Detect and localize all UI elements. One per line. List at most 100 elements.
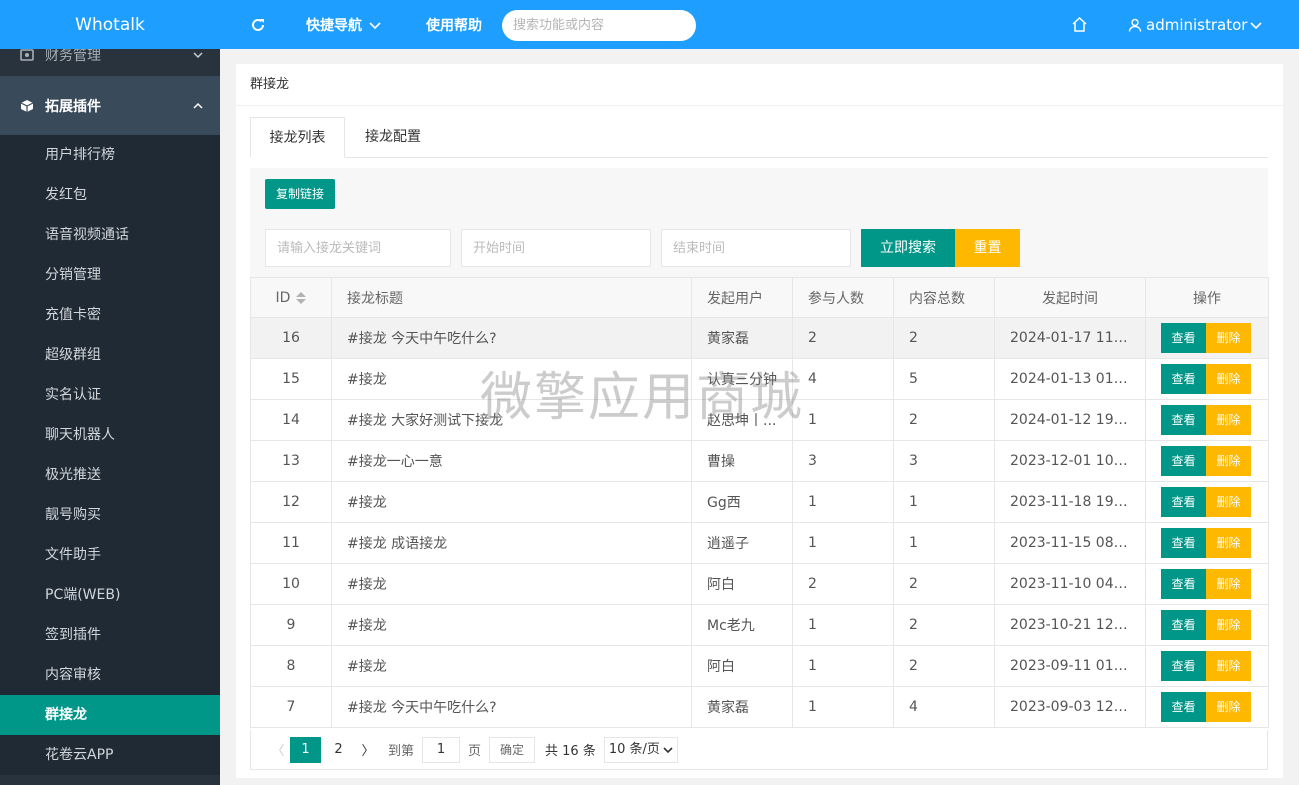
reset-button[interactable]: 重置 — [955, 229, 1020, 267]
goto-confirm-button[interactable]: 确定 — [489, 736, 536, 763]
sidebar: Whotalk 财务管理 拓展插件 用户排行榜 发红包 语音视频通话 分销管理 … — [0, 0, 220, 785]
delete-button[interactable]: 删除 — [1206, 323, 1251, 353]
page-1[interactable]: 1 — [290, 736, 321, 763]
start-time-input[interactable] — [461, 229, 651, 267]
sidebar-item-push[interactable]: 极光推送 — [0, 455, 220, 495]
cell-title: #接龙 今天中午吃什么? — [331, 317, 692, 359]
cell-user: Mc老九 — [691, 604, 793, 646]
view-button[interactable]: 查看 — [1161, 528, 1206, 558]
sidebar-item-distribution[interactable]: 分销管理 — [0, 255, 220, 295]
cell-participants: 1 — [792, 399, 894, 441]
view-button[interactable]: 查看 — [1161, 487, 1206, 517]
cell-time: 2024-01-13 01:... — [994, 358, 1146, 400]
cell-id: 8 — [250, 645, 332, 687]
cell-actions: 查看 删除 — [1145, 604, 1269, 646]
cell-title: #接龙 — [331, 481, 692, 523]
username: administrator — [1146, 15, 1248, 34]
filter-panel: 复制链接 立即搜索 重置 — [250, 168, 1268, 278]
copy-link-button[interactable]: 复制链接 — [265, 179, 335, 209]
goto-label: 到第 — [388, 744, 415, 759]
cell-participants: 1 — [792, 686, 894, 728]
cell-participants: 1 — [792, 604, 894, 646]
search-button[interactable]: 立即搜索 — [861, 229, 955, 267]
table-row: 7 #接龙 今天中午吃什么? 黄家磊 1 4 2023-09-03 12:... 查看 删除 — [250, 686, 1269, 728]
chevron-down-icon — [663, 746, 673, 753]
cell-contents: 1 — [893, 481, 995, 523]
goto-page-input[interactable]: 1 — [422, 736, 461, 763]
sidebar-item-chatbot[interactable]: 聊天机器人 — [0, 415, 220, 455]
view-button[interactable]: 查看 — [1161, 446, 1206, 476]
delete-button[interactable]: 删除 — [1206, 651, 1251, 681]
sidebar-item-av-call[interactable]: 语音视频通话 — [0, 215, 220, 255]
delete-button[interactable]: 删除 — [1206, 364, 1251, 394]
cell-contents: 2 — [893, 399, 995, 441]
cell-time: 2023-11-10 04:... — [994, 563, 1146, 605]
cell-participants: 3 — [792, 440, 894, 482]
cell-participants: 1 — [792, 481, 894, 523]
page-size-select[interactable]: 10 条/页 — [603, 736, 678, 763]
sidebar-item-checkin[interactable]: 签到插件 — [0, 615, 220, 655]
sidebar-group-plugins[interactable]: 拓展插件 — [0, 77, 220, 135]
col-time: 发起时间 — [994, 277, 1146, 318]
relay-table: ID 接龙标题 发起用户 参与人数 内容总数 发起时间 操作 16 #接龙 今天中… — [250, 277, 1269, 728]
table-row: 16 #接龙 今天中午吃什么? 黄家磊 2 2 2024-01-17 11:... 查看 删除 — [250, 317, 1269, 359]
delete-button[interactable]: 删除 — [1206, 405, 1251, 435]
sidebar-item-huajuan-app[interactable]: 花卷云APP — [0, 735, 220, 775]
page-2[interactable]: 2 — [323, 737, 354, 763]
user-menu[interactable]: administrator — [1128, 0, 1263, 49]
view-button[interactable]: 查看 — [1161, 569, 1206, 599]
tab-relay-config[interactable]: 接龙配置 — [345, 117, 441, 158]
cell-participants: 1 — [792, 522, 894, 564]
end-time-input[interactable] — [661, 229, 851, 267]
table-row: 14 #接龙 大家好测试下接龙 赵思坤丨... 1 2 2024-01-12 19:...… — [250, 399, 1269, 441]
next-page-icon[interactable]: 〉 — [356, 740, 380, 759]
view-button[interactable]: 查看 — [1161, 364, 1206, 394]
quick-nav-label: 快捷导航 — [306, 17, 362, 34]
tab-bar: 接龙列表 接龙配置 — [250, 117, 1268, 158]
delete-button[interactable]: 删除 — [1206, 446, 1251, 476]
sidebar-item-file-helper[interactable]: 文件助手 — [0, 535, 220, 575]
refresh-button[interactable] — [250, 0, 266, 49]
app-logo[interactable]: Whotalk — [0, 0, 220, 49]
cell-user: 赵思坤丨... — [691, 399, 793, 441]
cell-time: 2023-11-18 19:... — [994, 481, 1146, 523]
delete-button[interactable]: 删除 — [1206, 692, 1251, 722]
sidebar-item-pc-web[interactable]: PC端(WEB) — [0, 575, 220, 615]
sidebar-item-vip-number[interactable]: 靓号购买 — [0, 495, 220, 535]
sidebar-item-group-relay[interactable]: 群接龙 — [0, 695, 220, 735]
cell-contents: 4 — [893, 686, 995, 728]
delete-button[interactable]: 删除 — [1206, 528, 1251, 558]
cell-id: 12 — [250, 481, 332, 523]
tab-relay-list[interactable]: 接龙列表 — [250, 117, 345, 158]
delete-button[interactable]: 删除 — [1206, 569, 1251, 599]
sidebar-item-red-packet[interactable]: 发红包 — [0, 175, 220, 215]
sidebar-item-moderation[interactable]: 内容审核 — [0, 655, 220, 695]
delete-button[interactable]: 删除 — [1206, 487, 1251, 517]
view-button[interactable]: 查看 — [1161, 692, 1206, 722]
cell-participants: 1 — [792, 645, 894, 687]
home-button[interactable] — [1071, 0, 1088, 49]
search-input[interactable] — [502, 10, 696, 41]
prev-page-icon[interactable]: 〈 — [266, 740, 290, 759]
view-button[interactable]: 查看 — [1161, 651, 1206, 681]
sort-icon[interactable] — [296, 291, 307, 305]
delete-button[interactable]: 删除 — [1206, 610, 1251, 640]
keyword-input[interactable] — [265, 229, 451, 267]
help-link[interactable]: 使用帮助 — [426, 0, 482, 49]
page-title: 群接龙 — [236, 64, 1283, 106]
cell-actions: 查看 删除 — [1145, 522, 1269, 564]
cell-id: 16 — [250, 317, 332, 359]
quick-nav-menu[interactable]: 快捷导航 — [306, 0, 382, 49]
col-id[interactable]: ID — [250, 277, 332, 318]
sidebar-item-super-group[interactable]: 超级群组 — [0, 335, 220, 375]
view-button[interactable]: 查看 — [1161, 610, 1206, 640]
view-button[interactable]: 查看 — [1161, 323, 1206, 353]
sidebar-item-recharge-card[interactable]: 充值卡密 — [0, 295, 220, 335]
cell-time: 2023-10-21 12:... — [994, 604, 1146, 646]
view-button[interactable]: 查看 — [1161, 405, 1206, 435]
sidebar-sub-list: 用户排行榜 发红包 语音视频通话 分销管理 充值卡密 超级群组 实名认证 聊天机… — [0, 135, 220, 775]
table-row: 12 #接龙 Gg西 1 1 2023-11-18 19:... 查看 删除 — [250, 481, 1269, 523]
sidebar-item-verification[interactable]: 实名认证 — [0, 375, 220, 415]
cell-actions: 查看 删除 — [1145, 399, 1269, 441]
sidebar-item-rank[interactable]: 用户排行榜 — [0, 135, 220, 175]
